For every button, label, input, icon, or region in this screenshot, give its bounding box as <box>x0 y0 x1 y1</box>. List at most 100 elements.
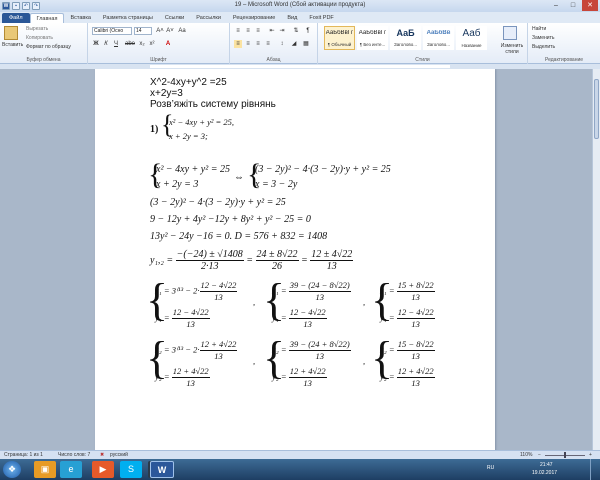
y2-fraction: 12 + 4√22 13 <box>171 366 210 389</box>
italic-button[interactable]: К <box>102 40 110 48</box>
word-count[interactable]: Число слов: 7 <box>58 452 90 458</box>
change-styles-icon[interactable] <box>503 26 517 40</box>
tab-file[interactable]: Файл <box>2 13 30 23</box>
taskbar: ❖ ▣ e ▶ S ■ W RU 21:47 19.02.2017 <box>0 459 600 480</box>
clipboard-group: Вставить Вырезать Копировать Формат по о… <box>0 23 88 64</box>
explorer-taskbar-icon[interactable]: ▣ <box>34 461 56 478</box>
media-taskbar-icon[interactable]: ▶ <box>92 461 114 478</box>
sort-icon[interactable]: ⇅ <box>292 27 300 35</box>
subscript-button[interactable]: x₂ <box>138 40 146 48</box>
shrink-font-button[interactable]: A˅ <box>166 27 174 35</box>
fraction-denominator: 13 <box>411 351 420 361</box>
y1-fraction: 12 − 4√22 13 <box>171 307 210 330</box>
clock-time[interactable]: 21:47 <box>540 462 553 468</box>
x1-lhs: x₁ = 3⁽¹³ − 2· <box>155 285 200 296</box>
justify-icon[interactable]: ≡ <box>264 40 272 48</box>
word-taskbar-icon[interactable]: W <box>150 461 174 478</box>
zoom-in-icon[interactable]: + <box>589 452 592 458</box>
document-page[interactable]: X^2-4xy+y^2 =25 x+2y=3 Розв’яжіть систем… <box>95 69 495 450</box>
tab-insert[interactable]: Вставка <box>64 13 96 23</box>
find-button[interactable]: Найти <box>532 26 546 32</box>
superscript-button[interactable]: x² <box>148 40 156 48</box>
style-name: ¶ Без инте... <box>359 42 386 47</box>
fraction-denominator: 13 <box>214 351 223 361</box>
fraction-numerator: 39 − (24 + 8√22) <box>288 339 351 351</box>
clear-format-button[interactable]: Aa <box>178 27 186 35</box>
show-desktop-button[interactable] <box>590 459 600 480</box>
minimize-button[interactable]: – <box>548 0 564 11</box>
tab-foxit-pdf[interactable]: Foxit PDF <box>303 13 339 23</box>
zoom-out-icon[interactable]: − <box>538 452 541 458</box>
paste-icon[interactable] <box>4 26 18 40</box>
style-name: Заголово... <box>427 42 450 47</box>
clipboard-label: Буфер обмена <box>26 57 61 63</box>
select-button[interactable]: Выделить <box>532 44 555 50</box>
style-no-spacing[interactable]: АаБбВвГг ¶ Без инте... <box>357 26 388 50</box>
paragraph-group: ≡ ≡ ≡ ⇤ ⇥ ⇅ ¶ ≡ ≡ ≡ ≡ ↕ ◢ ▦ Абзац <box>230 23 318 64</box>
font-name-combo[interactable]: Calibri (Осно <box>92 27 132 35</box>
style-heading-2[interactable]: АаБбВв Заголово... <box>423 26 454 50</box>
tab-page-layout[interactable]: Разметка страницы <box>97 13 159 23</box>
fraction-denominator: 13 <box>315 351 325 361</box>
browser-taskbar-icon[interactable]: e <box>60 461 82 478</box>
style-heading-1[interactable]: АаБ Заголово... <box>390 26 421 50</box>
align-right-icon[interactable]: ≡ <box>254 40 262 48</box>
doc-line-1: X^2-4xy+y^2 =25 <box>150 77 227 88</box>
style-normal[interactable]: АаБбВвГг ¶ Обычный <box>324 26 355 50</box>
fraction-numerator: 12 − 4√22 <box>171 307 210 319</box>
spellcheck-icon[interactable]: ✖ <box>100 452 104 458</box>
input-language[interactable]: RU <box>487 465 494 471</box>
paste-button[interactable]: Вставить <box>2 42 23 48</box>
change-styles-button[interactable]: Изменить стили <box>498 43 526 55</box>
scroll-thumb[interactable] <box>594 79 599 139</box>
maximize-button[interactable]: □ <box>565 0 581 11</box>
solution-5-x2: x₂ = 39 − (24 + 8√22) 13 <box>272 339 351 362</box>
grow-font-button[interactable]: A˄ <box>156 27 164 35</box>
bullets-icon[interactable]: ≡ <box>234 27 242 35</box>
style-name: Название <box>461 43 482 48</box>
close-button[interactable]: ✕ <box>582 0 598 11</box>
clock-date[interactable]: 19.02.2017 <box>532 470 557 476</box>
zoom-level[interactable]: 110% <box>520 452 532 458</box>
borders-icon[interactable]: ▦ <box>302 40 310 48</box>
tab-review[interactable]: Рецензирование <box>227 13 281 23</box>
y2-lhs: y₂ = <box>272 371 287 382</box>
decrease-indent-icon[interactable]: ⇤ <box>268 27 276 35</box>
shading-icon[interactable]: ◢ <box>290 40 298 48</box>
line-spacing-icon[interactable]: ↕ <box>278 40 286 48</box>
copy-button[interactable]: Копировать <box>26 35 53 41</box>
cut-button[interactable]: Вырезать <box>26 26 48 32</box>
align-center-icon[interactable]: ≡ <box>244 40 252 48</box>
separator-comma: , <box>363 297 366 307</box>
font-color-button[interactable]: A <box>164 40 172 48</box>
solution-6-y2: y₂ = 12 + 4√22 13 <box>380 366 435 389</box>
page-count[interactable]: Страница: 1 из 1 <box>4 452 43 458</box>
y1-fraction: 12 − 4√22 13 <box>288 307 327 330</box>
tab-references[interactable]: Ссылки <box>159 13 190 23</box>
font-size-combo[interactable]: 14 <box>134 27 152 35</box>
separator-comma: , <box>363 356 366 366</box>
editing-label: Редактирование <box>544 57 584 63</box>
vertical-scrollbar[interactable] <box>592 69 600 450</box>
bold-button[interactable]: Ж <box>92 40 100 48</box>
multilevel-list-icon[interactable]: ≡ <box>254 27 262 35</box>
language-indicator[interactable]: русский <box>110 452 128 458</box>
strikethrough-button[interactable]: abe <box>124 40 136 48</box>
solution-1-y1: y₁ = 12 − 4√22 13 <box>155 307 210 330</box>
pilcrow-icon[interactable]: ¶ <box>304 27 312 35</box>
fraction-denominator: 13 <box>186 319 195 329</box>
format-painter-button[interactable]: Формат по образцу <box>26 44 71 50</box>
skype-taskbar-icon[interactable]: S <box>120 461 142 478</box>
start-button[interactable]: ❖ <box>3 461 21 478</box>
replace-button[interactable]: Заменить <box>532 35 554 41</box>
x2-fraction: 15 − 8√22 13 <box>396 339 435 362</box>
tab-home[interactable]: Главная <box>29 13 65 23</box>
zoom-slider-thumb[interactable] <box>564 452 566 458</box>
style-title[interactable]: Ааб Название <box>456 26 487 50</box>
underline-button[interactable]: Ч <box>112 40 120 48</box>
tab-mailings[interactable]: Рассылки <box>190 13 227 23</box>
numbering-icon[interactable]: ≡ <box>244 27 252 35</box>
increase-indent-icon[interactable]: ⇥ <box>278 27 286 35</box>
tab-view[interactable]: Вид <box>281 13 303 23</box>
align-left-icon[interactable]: ≡ <box>234 40 242 48</box>
